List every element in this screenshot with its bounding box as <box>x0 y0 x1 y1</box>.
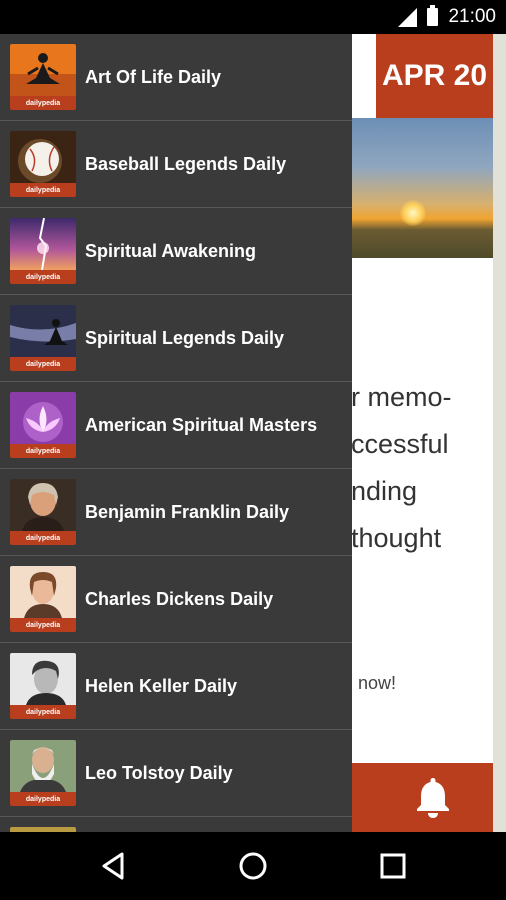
drawer-item-partial[interactable] <box>0 817 352 832</box>
dickens-portrait-thumbnail: dailypedia <box>10 566 76 632</box>
status-bar: 21:00 <box>0 0 506 34</box>
system-navigation-bar <box>0 832 506 900</box>
spiritual-awakening-thumbnail: dailypedia <box>10 218 76 284</box>
keller-portrait-thumbnail: dailypedia <box>10 653 76 719</box>
status-time: 21:00 <box>448 6 496 27</box>
drawer-item-label: Spiritual Awakening <box>85 240 257 261</box>
drawer-item-label: Helen Keller Daily <box>85 675 238 696</box>
drawer-item-label: American Spiritual Masters <box>85 414 318 435</box>
spiritual-legends-thumbnail: dailypedia <box>10 305 76 371</box>
navigation-drawer: dailypedia Art Of Life Daily dailypedia … <box>0 34 352 832</box>
content-text-line-2: ccessful <box>351 429 449 459</box>
drawer-item-baseball-legends[interactable]: dailypedia Baseball Legends Daily <box>0 121 352 208</box>
sun-graphic <box>400 200 426 226</box>
drawer-item-american-spiritual-masters[interactable]: dailypedia American Spiritual Masters <box>0 382 352 469</box>
home-icon[interactable] <box>233 846 273 886</box>
back-icon[interactable] <box>94 846 134 886</box>
baseball-thumbnail: dailypedia <box>10 131 76 197</box>
battery-icon <box>427 5 439 26</box>
drawer-item-label: Spiritual Legends Daily <box>85 327 285 348</box>
art-of-life-thumbnail: dailypedia <box>10 44 76 110</box>
drawer-item-spiritual-legends[interactable]: dailypedia Spiritual Legends Daily <box>0 295 352 382</box>
bell-icon[interactable] <box>414 776 452 818</box>
lotus-thumbnail: dailypedia <box>10 392 76 458</box>
drawer-item-art-of-life[interactable]: dailypedia Art Of Life Daily <box>0 34 352 121</box>
drawer-item-benjamin-franklin[interactable]: dailypedia Benjamin Franklin Daily <box>0 469 352 556</box>
tolstoy-portrait-thumbnail: dailypedia <box>10 740 76 806</box>
content-text-line-3: nding <box>351 476 418 506</box>
header-image <box>352 118 493 258</box>
drawer-item-helen-keller[interactable]: dailypedia Helen Keller Daily <box>0 643 352 730</box>
content-small-text: now! <box>358 673 397 693</box>
drawer-item-label: Baseball Legends Daily <box>85 153 287 174</box>
drawer-item-label: Charles Dickens Daily <box>85 588 274 609</box>
recents-icon[interactable] <box>373 846 413 886</box>
drawer-item-charles-dickens[interactable]: dailypedia Charles Dickens Daily <box>0 556 352 643</box>
signal-icon <box>398 7 418 27</box>
drawer-item-label: Art Of Life Daily <box>85 66 222 87</box>
drawer-item-label: Leo Tolstoy Daily <box>85 762 233 783</box>
franklin-portrait-thumbnail: dailypedia <box>10 479 76 545</box>
drawer-item-spiritual-awakening[interactable]: dailypedia Spiritual Awakening <box>0 208 352 295</box>
date-badge: APR 20 <box>376 34 493 118</box>
drawer-item-label: Benjamin Franklin Daily <box>85 501 290 522</box>
drawer-item-leo-tolstoy[interactable]: dailypedia Leo Tolstoy Daily <box>0 730 352 817</box>
content-text-line-1: r memo- <box>351 382 452 412</box>
content-text-line-4: thought <box>351 523 442 553</box>
